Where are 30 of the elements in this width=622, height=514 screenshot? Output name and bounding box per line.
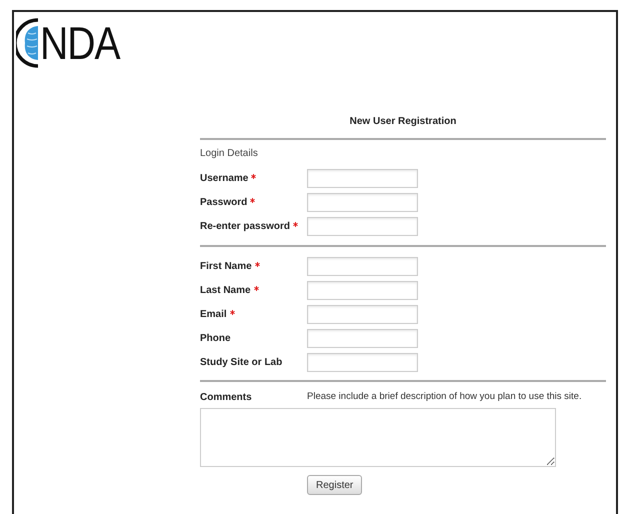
field-label: Password xyxy=(200,196,248,210)
required-icon xyxy=(251,174,256,179)
field-label: Username xyxy=(200,172,248,186)
comments-hint: Please include a brief description of how you plan to use this site. xyxy=(307,390,582,404)
text-field[interactable] xyxy=(307,217,418,236)
text-field[interactable] xyxy=(307,257,418,276)
form-title: New User Registration xyxy=(350,115,456,129)
required-icon xyxy=(293,222,298,227)
field-label: First Name xyxy=(200,260,252,274)
required-icon xyxy=(254,286,259,291)
text-field[interactable] xyxy=(307,329,418,348)
required-icon xyxy=(254,262,260,267)
text-field[interactable] xyxy=(307,193,418,212)
register-button[interactable]: Register xyxy=(307,475,362,495)
comments-field[interactable] xyxy=(200,408,556,467)
field-label: Email xyxy=(200,308,227,322)
section-heading: Login Details xyxy=(200,148,258,159)
logo-text: NDA xyxy=(40,20,120,66)
field-label: Last Name xyxy=(200,284,251,298)
field-label: Phone xyxy=(200,332,231,346)
text-field[interactable] xyxy=(307,353,418,372)
text-field[interactable] xyxy=(307,305,418,324)
text-field[interactable] xyxy=(307,169,418,188)
required-icon xyxy=(230,310,235,315)
required-icon xyxy=(250,198,256,203)
text-field[interactable] xyxy=(307,281,418,300)
brain-logo-icon xyxy=(16,18,40,68)
comments-label: Comments xyxy=(200,392,252,403)
field-label: Re-enter password xyxy=(200,220,290,234)
field-label: Study Site or Lab xyxy=(200,356,282,370)
